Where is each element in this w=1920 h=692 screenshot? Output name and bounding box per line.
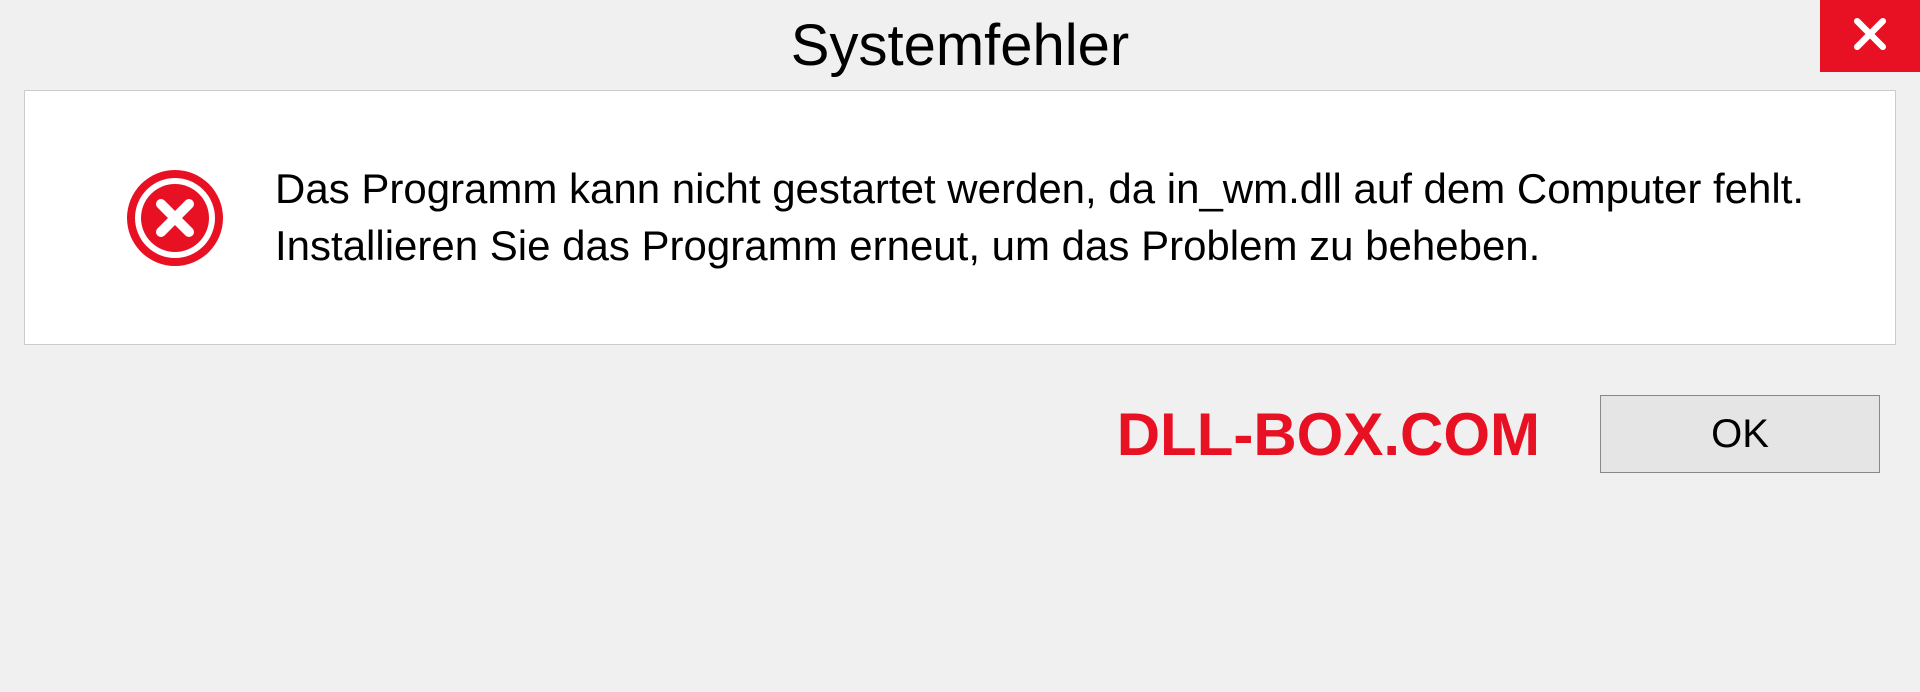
ok-button[interactable]: OK (1600, 395, 1880, 473)
close-icon (1848, 12, 1892, 61)
watermark-text: DLL-BOX.COM (1117, 400, 1540, 469)
dialog-footer: DLL-BOX.COM OK (0, 345, 1920, 503)
error-message: Das Programm kann nicht gestartet werden… (275, 161, 1835, 274)
dialog-title: Systemfehler (791, 12, 1129, 79)
close-button[interactable] (1820, 0, 1920, 72)
title-bar: Systemfehler (0, 0, 1920, 90)
error-icon (125, 168, 225, 268)
ok-button-label: OK (1711, 412, 1769, 457)
message-panel: Das Programm kann nicht gestartet werden… (24, 90, 1896, 345)
